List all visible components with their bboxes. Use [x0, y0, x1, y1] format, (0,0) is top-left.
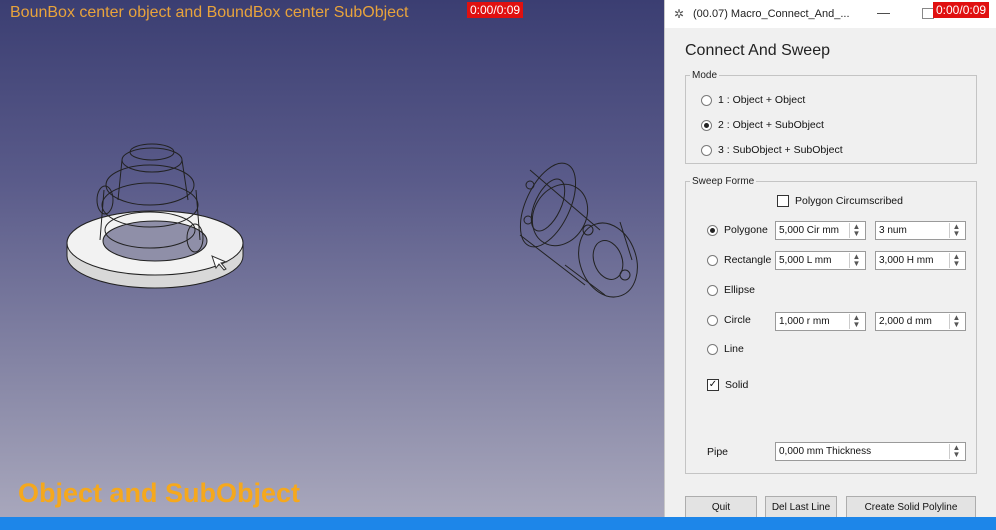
- shape-label: Circle: [724, 314, 751, 326]
- radio-selected-icon: [701, 119, 712, 131]
- spinbox-value: 2,000 d mm: [879, 316, 932, 327]
- spin-arrows-icon[interactable]: ▲ ▼: [949, 444, 963, 459]
- 3d-viewport[interactable]: BounBox center object and BoundBox cente…: [0, 0, 664, 517]
- spinbox-value: 5,000 Cir mm: [779, 225, 840, 236]
- shape-ellipse[interactable]: Ellipse: [707, 284, 755, 296]
- pipe-label: Pipe: [707, 446, 729, 458]
- window-timer: 0:00/0:09: [933, 2, 990, 18]
- spin-arrows-icon[interactable]: ▲ ▼: [849, 314, 863, 329]
- window-titlebar: ✲ (00.07) Macro_Connect_And_... — 0:00/0…: [665, 0, 996, 28]
- sweep-legend: Sweep Forme: [692, 176, 755, 187]
- circle-radius-spinbox[interactable]: 1,000 r mm ▲ ▼: [775, 312, 866, 331]
- checkbox-label: Polygon Circumscribed: [795, 195, 903, 207]
- shape-circle[interactable]: Circle: [707, 314, 751, 326]
- minimize-button[interactable]: —: [877, 5, 890, 20]
- check-icon: ✓: [707, 379, 719, 391]
- overlay-caption: Object and SubObject: [18, 478, 301, 508]
- spinbox-value: 3 num: [879, 225, 907, 236]
- mode-option-label: 3 : SubObject + SubObject: [718, 144, 843, 156]
- macro-dialog: ✲ (00.07) Macro_Connect_And_... — 0:00/0…: [664, 0, 996, 520]
- circle-diameter-spinbox[interactable]: 2,000 d mm ▲ ▼: [875, 312, 966, 331]
- 3d-scene: [66, 143, 638, 298]
- rectangle-height-spinbox[interactable]: 3,000 H mm ▲ ▼: [875, 251, 966, 270]
- mode-legend: Mode: [692, 70, 718, 81]
- spinbox-value: 0,000 mm Thickness: [779, 446, 872, 457]
- window-title: (00.07) Macro_Connect_And_...: [693, 8, 850, 20]
- taskbar: [0, 517, 996, 530]
- shape-line[interactable]: Line: [707, 343, 744, 355]
- rectangle-length-spinbox[interactable]: 5,000 L mm ▲ ▼: [775, 251, 866, 270]
- mode-option-2[interactable]: 2 : Object + SubObject: [701, 119, 824, 131]
- polygon-circumscribed-checkbox[interactable]: Polygon Circumscribed: [777, 195, 903, 207]
- checkbox-label: Solid: [725, 379, 749, 391]
- viewport-title: BounBox center object and BoundBox cente…: [10, 4, 409, 21]
- object-right: [519, 162, 638, 298]
- mode-option-label: 1 : Object + Object: [718, 94, 806, 106]
- spin-arrows-icon[interactable]: ▲ ▼: [949, 314, 963, 329]
- polygone-size-spinbox[interactable]: 5,000 Cir mm ▲ ▼: [775, 221, 866, 240]
- radio-icon: [701, 94, 712, 106]
- gear-icon: ✲: [674, 7, 685, 21]
- mode-option-3[interactable]: 3 : SubObject + SubObject: [701, 144, 843, 156]
- pipe-thickness-spinbox[interactable]: 0,000 mm Thickness ▲ ▼: [775, 442, 966, 461]
- spin-arrows-icon[interactable]: ▲ ▼: [949, 223, 963, 238]
- spin-arrows-icon[interactable]: ▲ ▼: [949, 253, 963, 268]
- radio-icon: [707, 343, 718, 355]
- shape-label: Polygone: [724, 224, 768, 236]
- shape-polygone[interactable]: Polygone: [707, 224, 768, 236]
- dialog-heading: Connect And Sweep: [685, 42, 830, 59]
- solid-checkbox[interactable]: ✓ Solid: [707, 379, 748, 391]
- shape-label: Line: [724, 343, 744, 355]
- radio-icon: [707, 284, 718, 296]
- checkbox-icon: [777, 195, 789, 207]
- object-left: [66, 143, 244, 289]
- mode-option-1[interactable]: 1 : Object + Object: [701, 94, 805, 106]
- shape-label: Rectangle: [724, 254, 772, 266]
- mode-option-label: 2 : Object + SubObject: [718, 119, 824, 131]
- spinbox-value: 5,000 L mm: [779, 255, 832, 266]
- radio-selected-icon: [707, 224, 718, 236]
- video-timer: 0:00/0:09: [467, 2, 524, 18]
- spinbox-value: 3,000 H mm: [879, 255, 934, 266]
- shape-rectangle[interactable]: Rectangle: [707, 254, 771, 266]
- radio-icon: [701, 144, 712, 156]
- shape-label: Ellipse: [724, 284, 755, 296]
- polygone-count-spinbox[interactable]: 3 num ▲ ▼: [875, 221, 966, 240]
- spinbox-value: 1,000 r mm: [779, 316, 830, 327]
- radio-icon: [707, 254, 718, 266]
- radio-icon: [707, 314, 718, 326]
- spin-arrows-icon[interactable]: ▲ ▼: [849, 223, 863, 238]
- spin-arrows-icon[interactable]: ▲ ▼: [849, 253, 863, 268]
